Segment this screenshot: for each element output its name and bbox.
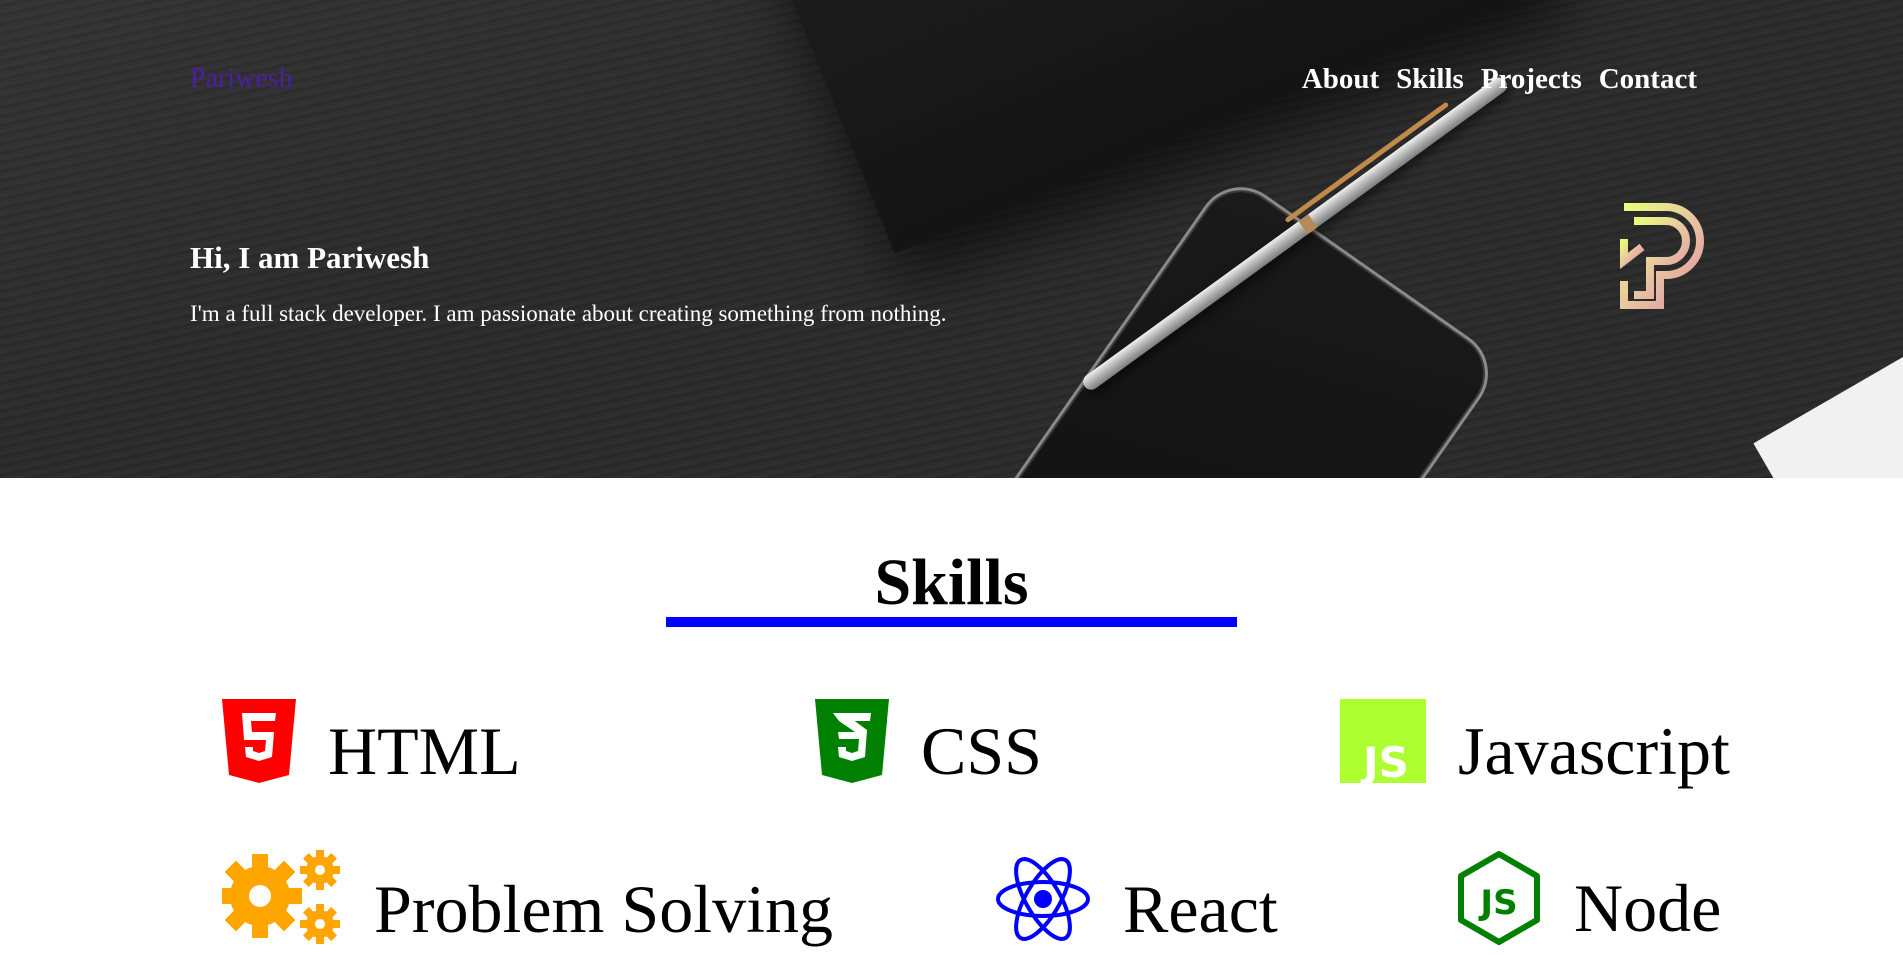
paper-photo <box>1753 343 1903 478</box>
skill-item-html: HTML <box>222 697 521 785</box>
skill-item-react: React <box>995 855 1278 943</box>
html5-icon <box>222 699 296 783</box>
brand-logo-link[interactable]: Pariwesh <box>190 63 293 95</box>
pariwesh-logo-icon <box>1620 203 1704 309</box>
skill-label-html: HTML <box>328 713 521 789</box>
skill-label-javascript: Javascript <box>1458 713 1730 789</box>
main-nav: About Skills Projects Contact <box>1302 63 1697 96</box>
nav-link-about[interactable]: About <box>1302 63 1379 96</box>
hero-subtitle: I'm a full stack developer. I am passion… <box>190 301 947 326</box>
skill-item-css: CSS <box>815 697 1042 785</box>
skill-item-javascript: JS Javascript <box>1340 697 1730 785</box>
hero-title: Hi, I am Pariwesh <box>190 240 430 275</box>
hero-section: Pariwesh About Skills Projects Contact H… <box>0 0 1903 478</box>
skill-label-css: CSS <box>921 713 1042 789</box>
react-icon <box>996 857 1090 941</box>
nodejs-icon: JS <box>1458 851 1540 945</box>
skill-label-node: Node <box>1574 870 1722 946</box>
css3-icon <box>815 699 889 783</box>
skills-heading-underline <box>666 617 1237 627</box>
nav-link-contact[interactable]: Contact <box>1599 63 1697 96</box>
nav-link-skills[interactable]: Skills <box>1396 63 1464 96</box>
skill-item-problem-solving: Problem Solving <box>222 850 833 948</box>
svg-text:JS: JS <box>1478 883 1517 923</box>
skill-label-problem-solving: Problem Solving <box>374 871 834 947</box>
skill-item-node: JS Node <box>1456 850 1721 946</box>
svg-text:JS: JS <box>1360 738 1409 783</box>
nav-link-projects[interactable]: Projects <box>1481 63 1582 96</box>
gears-icon <box>222 850 340 944</box>
skill-label-react: React <box>1123 871 1278 947</box>
javascript-icon: JS <box>1340 699 1426 783</box>
skills-heading: Skills <box>874 546 1029 619</box>
